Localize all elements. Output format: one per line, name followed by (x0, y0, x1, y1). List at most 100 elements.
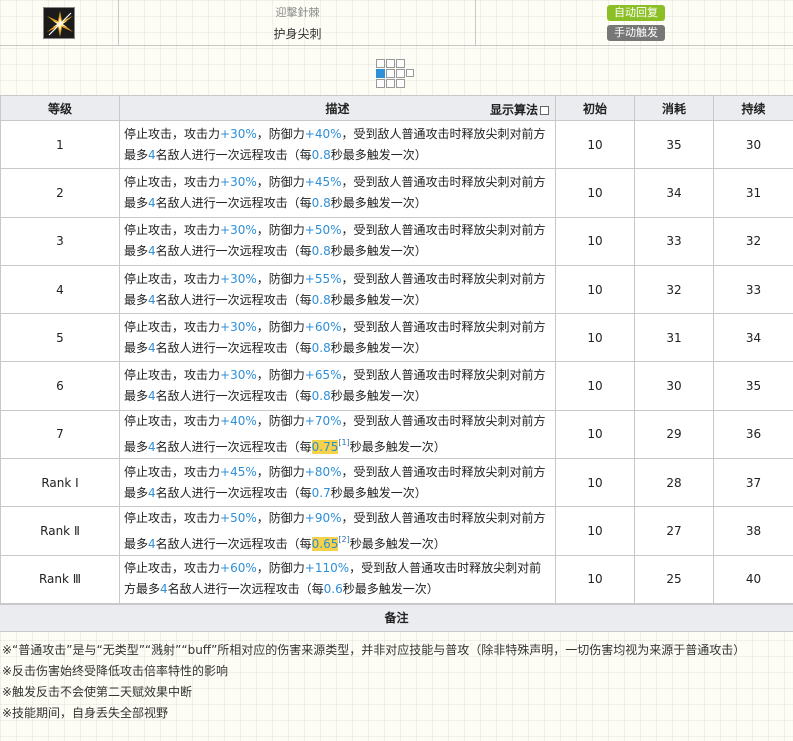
description-cell: 停止攻击，攻击力+30%，防御力+55%，受到敌人普通攻击时释放尖刺对前方最多4… (119, 264, 556, 315)
trigger-type-badge: 手动触发 (607, 25, 665, 41)
range-cell (396, 79, 405, 88)
def-value: +60% (304, 319, 342, 334)
table-row: 6 停止攻击，攻击力+30%，防御力+65%，受到敌人普通攻击时释放尖刺对前方最多… (0, 361, 793, 411)
atk-value: +30% (220, 271, 257, 286)
interval-value: 0.8 (311, 340, 331, 355)
atk-value: +40% (220, 413, 257, 428)
interval-value: 0.8 (311, 292, 331, 307)
desc-text: ，防御力 (256, 561, 305, 576)
duration-cell: 36 (713, 409, 793, 460)
target-count: 4 (148, 485, 156, 500)
desc-text: ，防御力 (256, 319, 305, 334)
description-header: 描述 显示算法 (119, 95, 556, 121)
level-cell: 2 (0, 168, 120, 218)
description-cell: 停止攻击，攻击力+30%，防御力+60%，受到敌人普通攻击时释放尖刺对前方最多4… (119, 313, 556, 363)
initial-sp-cell: 10 (555, 264, 635, 315)
desc-text: 秒最多触发一次） (330, 244, 427, 259)
desc-text: ，防御力 (256, 174, 305, 189)
duration-cell: 30 (713, 119, 793, 170)
operator-position-cell (376, 69, 385, 78)
description-cell: 停止攻击，攻击力+30%，防御力+65%，受到敌人普通攻击时释放尖刺对前方最多4… (119, 361, 556, 411)
table-row: 5 停止攻击，攻击力+30%，防御力+60%，受到敌人普通攻击时释放尖刺对前方最多… (0, 313, 793, 363)
initial-sp-cell: 10 (555, 409, 635, 460)
sp-cost-cell: 28 (634, 458, 714, 508)
sp-cost-cell: 32 (634, 264, 714, 315)
atk-value: +30% (220, 223, 257, 238)
skill-level-table: 等级 描述 显示算法 初始 消耗 持续 1 停止攻击，攻击力+30%，防御力+40… (0, 95, 793, 604)
desc-text: 停止攻击，攻击力 (124, 413, 221, 428)
desc-text: 秒最多触发一次） (349, 439, 446, 454)
desc-text: 秒最多触发一次） (330, 292, 427, 307)
def-value: +80% (304, 464, 342, 479)
initial-sp-cell: 10 (555, 361, 635, 411)
sp-cost-cell: 35 (634, 119, 714, 170)
description-header-label: 描述 (325, 101, 350, 116)
target-count: 4 (148, 292, 156, 307)
def-value: +55% (304, 271, 342, 286)
def-value: +40% (304, 126, 342, 141)
sp-cost-header: 消耗 (634, 95, 714, 121)
duration-cell: 37 (713, 458, 793, 508)
description-cell: 停止攻击，攻击力+50%，防御力+90%，受到敌人普通攻击时释放尖刺对前方最多4… (119, 506, 556, 556)
target-count: 4 (148, 340, 156, 355)
def-value: +45% (304, 174, 342, 189)
desc-text: ，防御力 (256, 126, 305, 141)
skill-badges: 自动回复 手动触发 (476, 0, 793, 46)
sp-cost-cell: 27 (634, 506, 714, 556)
target-count: 4 (148, 244, 156, 259)
desc-text: 名敌人进行一次远程攻击（每 (155, 147, 312, 162)
level-cell: 6 (0, 361, 120, 411)
desc-text: 名敌人进行一次远程攻击（每 (155, 340, 312, 355)
range-cell (376, 79, 385, 88)
duration-cell: 34 (713, 313, 793, 363)
target-count: 4 (148, 389, 156, 404)
interval-value: 0.75 (311, 439, 339, 454)
description-cell: 停止攻击，攻击力+30%，防御力+45%，受到敌人普通攻击时释放尖刺对前方最多4… (119, 168, 556, 218)
target-count: 4 (148, 147, 156, 162)
initial-sp-cell: 10 (555, 119, 635, 170)
target-count: 4 (148, 536, 156, 551)
footnote-ref[interactable]: [1] (338, 438, 349, 447)
show-algorithm-toggle[interactable]: 显示算法 (490, 101, 549, 118)
atk-value: +30% (220, 368, 257, 383)
initial-sp-cell: 10 (555, 554, 635, 604)
duration-cell: 38 (713, 506, 793, 556)
level-header: 等级 (0, 95, 120, 121)
desc-text: 停止攻击，攻击力 (124, 368, 221, 383)
target-count: 4 (160, 582, 168, 597)
skill-name-cell: 迎擊針棘 护身尖刺 (120, 0, 476, 46)
def-value: +90% (304, 510, 342, 525)
target-count: 4 (148, 439, 156, 454)
initial-sp-cell: 10 (555, 458, 635, 508)
range-cell (386, 59, 395, 68)
target-count: 4 (148, 195, 156, 210)
atk-value: +30% (220, 174, 257, 189)
skill-header: 迎擊針棘 护身尖刺 自动回复 手动触发 (0, 0, 793, 46)
table-row: 3 停止攻击，攻击力+30%，防御力+50%，受到敌人普通攻击时释放尖刺对前方最多… (0, 216, 793, 266)
atk-value: +30% (220, 319, 257, 334)
description-cell: 停止攻击，攻击力+30%，防御力+40%，受到敌人普通攻击时释放尖刺对前方最多4… (119, 119, 556, 170)
footnote-ref[interactable]: [2] (338, 535, 349, 544)
desc-text: 停止攻击，攻击力 (124, 319, 221, 334)
initial-sp-header: 初始 (555, 95, 635, 121)
description-cell: 停止攻击，攻击力+30%，防御力+50%，受到敌人普通攻击时释放尖刺对前方最多4… (119, 216, 556, 266)
desc-text: 秒最多触发一次） (330, 389, 427, 404)
recovery-type-badge: 自动回复 (607, 5, 665, 21)
note-item: ※技能期间，自身丢失全部视野 (2, 706, 169, 720)
level-cell: 4 (0, 264, 120, 315)
def-value: +70% (304, 413, 342, 428)
desc-text: 秒最多触发一次） (330, 485, 427, 500)
show-algorithm-checkbox[interactable] (540, 106, 549, 115)
range-cell (386, 69, 395, 78)
table-row: 2 停止攻击，攻击力+30%，防御力+45%，受到敌人普通攻击时释放尖刺对前方最多… (0, 168, 793, 218)
table-row: 1 停止攻击，攻击力+30%，防御力+40%，受到敌人普通攻击时释放尖刺对前方最多… (0, 119, 793, 170)
desc-text: ，防御力 (256, 223, 305, 238)
sp-cost-cell: 29 (634, 409, 714, 460)
duration-cell: 35 (713, 361, 793, 411)
table-row: Rank Ⅲ 停止攻击，攻击力+60%，防御力+110%，受到敌人普通攻击时释放尖… (0, 554, 793, 604)
level-cell: 1 (0, 119, 120, 170)
desc-text: 停止攻击，攻击力 (124, 561, 221, 576)
thorn-burst-icon (43, 7, 75, 39)
interval-value: 0.8 (311, 195, 331, 210)
sp-cost-cell: 31 (634, 313, 714, 363)
